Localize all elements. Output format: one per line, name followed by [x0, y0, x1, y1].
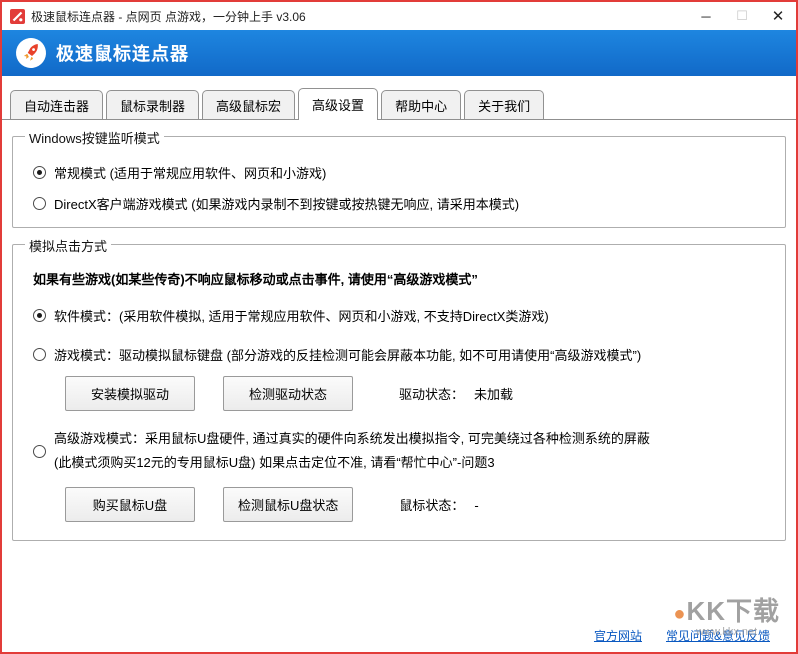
app-window: 极速鼠标连点器 - 点网页 点游戏，一分钟上手 v3.06 ─ ☐ ✕ 极速鼠标…: [0, 0, 798, 654]
radio-label: 高级游戏模式：采用鼠标U盘硬件, 通过真实的硬件向系统发出模拟指令, 可完美绕过…: [54, 427, 650, 475]
radio-indicator: [33, 445, 46, 458]
radio-directx-mode[interactable]: DirectX客户端游戏模式 (如果游戏内录制不到按键或按热键无响应, 请采用本…: [33, 194, 773, 213]
radio-label: 软件模式：(采用软件模拟, 适用于常规应用软件、网页和小游戏, 不支持Direc…: [54, 306, 549, 325]
key-listen-legend: Windows按键监听模式: [25, 128, 164, 147]
radio-normal-mode[interactable]: 常规模式 (适用于常规应用软件、网页和小游戏): [33, 163, 773, 182]
check-usb-button[interactable]: 检测鼠标U盘状态: [223, 487, 353, 522]
maximize-button[interactable]: ☐: [724, 2, 760, 30]
usb-button-row: 购买鼠标U盘 检测鼠标U盘状态 鼠标状态：-: [65, 487, 773, 522]
radio-indicator: [33, 348, 46, 361]
tab-advanced-settings[interactable]: 高级设置: [298, 88, 378, 119]
click-method-legend: 模拟点击方式: [25, 236, 111, 255]
mouse-status-value: -: [474, 498, 478, 513]
mouse-status: 鼠标状态：-: [399, 495, 478, 514]
radio-indicator: [33, 197, 46, 210]
radio-game-mode[interactable]: 游戏模式：驱动模拟鼠标键盘 (部分游戏的反挂检测可能会屏蔽本功能, 如不可用请使…: [33, 345, 773, 364]
minimize-button[interactable]: ─: [688, 2, 724, 30]
title-bar: 极速鼠标连点器 - 点网页 点游戏，一分钟上手 v3.06 ─ ☐ ✕: [2, 2, 796, 30]
game-mode-notice: 如果有些游戏(如某些传奇)不响应鼠标移动或点击事件, 请使用“高级游戏模式”: [33, 269, 773, 288]
close-button[interactable]: ✕: [760, 2, 796, 30]
tab-help-center[interactable]: 帮助中心: [381, 90, 461, 119]
driver-button-row: 安装模拟驱动 检测驱动状态 驱动状态： 未加载: [65, 376, 773, 411]
key-listen-group: Windows按键监听模式 常规模式 (适用于常规应用软件、网页和小游戏) Di…: [12, 136, 786, 228]
click-method-group: 模拟点击方式 如果有些游戏(如某些传奇)不响应鼠标移动或点击事件, 请使用“高级…: [12, 244, 786, 541]
check-driver-button[interactable]: 检测驱动状态: [223, 376, 353, 411]
tab-advanced-macro[interactable]: 高级鼠标宏: [202, 90, 295, 119]
radio-advanced-game-mode[interactable]: 高级游戏模式：采用鼠标U盘硬件, 通过真实的硬件向系统发出模拟指令, 可完美绕过…: [33, 427, 773, 475]
app-title: 极速鼠标连点器: [56, 40, 189, 66]
app-icon: [10, 9, 25, 24]
buy-usb-button[interactable]: 购买鼠标U盘: [65, 487, 195, 522]
watermark-brand: ●KK下载: [673, 598, 780, 624]
watermark-logo: ●: [673, 603, 686, 625]
radio-label: 游戏模式：驱动模拟鼠标键盘 (部分游戏的反挂检测可能会屏蔽本功能, 如不可用请使…: [54, 345, 641, 364]
radio-label: DirectX客户端游戏模式 (如果游戏内录制不到按键或按热键无响应, 请采用本…: [54, 194, 519, 213]
window-title: 极速鼠标连点器 - 点网页 点游戏，一分钟上手 v3.06: [31, 8, 306, 25]
tab-mouse-recorder[interactable]: 鼠标录制器: [106, 90, 199, 119]
tab-about-us[interactable]: 关于我们: [464, 90, 544, 119]
tab-bar: 自动连击器 鼠标录制器 高级鼠标宏 高级设置 帮助中心 关于我们: [2, 76, 796, 120]
mouse-status-label: 鼠标状态：: [399, 498, 464, 513]
driver-status-value: 未加载: [474, 387, 513, 402]
tab-auto-clicker[interactable]: 自动连击器: [10, 90, 103, 119]
install-driver-button[interactable]: 安装模拟驱动: [65, 376, 195, 411]
radio-label: 常规模式 (适用于常规应用软件、网页和小游戏): [54, 163, 326, 182]
radio-software-mode[interactable]: 软件模式：(采用软件模拟, 适用于常规应用软件、网页和小游戏, 不支持Direc…: [33, 306, 773, 325]
radio-indicator: [33, 309, 46, 322]
app-header: 极速鼠标连点器: [2, 30, 796, 76]
footer-links: 官方网站 常见问题&意见反馈: [594, 627, 770, 644]
faq-feedback-link[interactable]: 常见问题&意见反馈: [666, 627, 770, 644]
window-controls: ─ ☐ ✕: [688, 2, 796, 30]
rocket-icon: [14, 36, 48, 70]
settings-panel: Windows按键监听模式 常规模式 (适用于常规应用软件、网页和小游戏) Di…: [2, 120, 796, 652]
driver-status-label: 驱动状态：: [399, 387, 464, 402]
driver-status: 驱动状态： 未加载: [399, 384, 513, 403]
official-site-link[interactable]: 官方网站: [594, 627, 642, 644]
radio-indicator: [33, 166, 46, 179]
